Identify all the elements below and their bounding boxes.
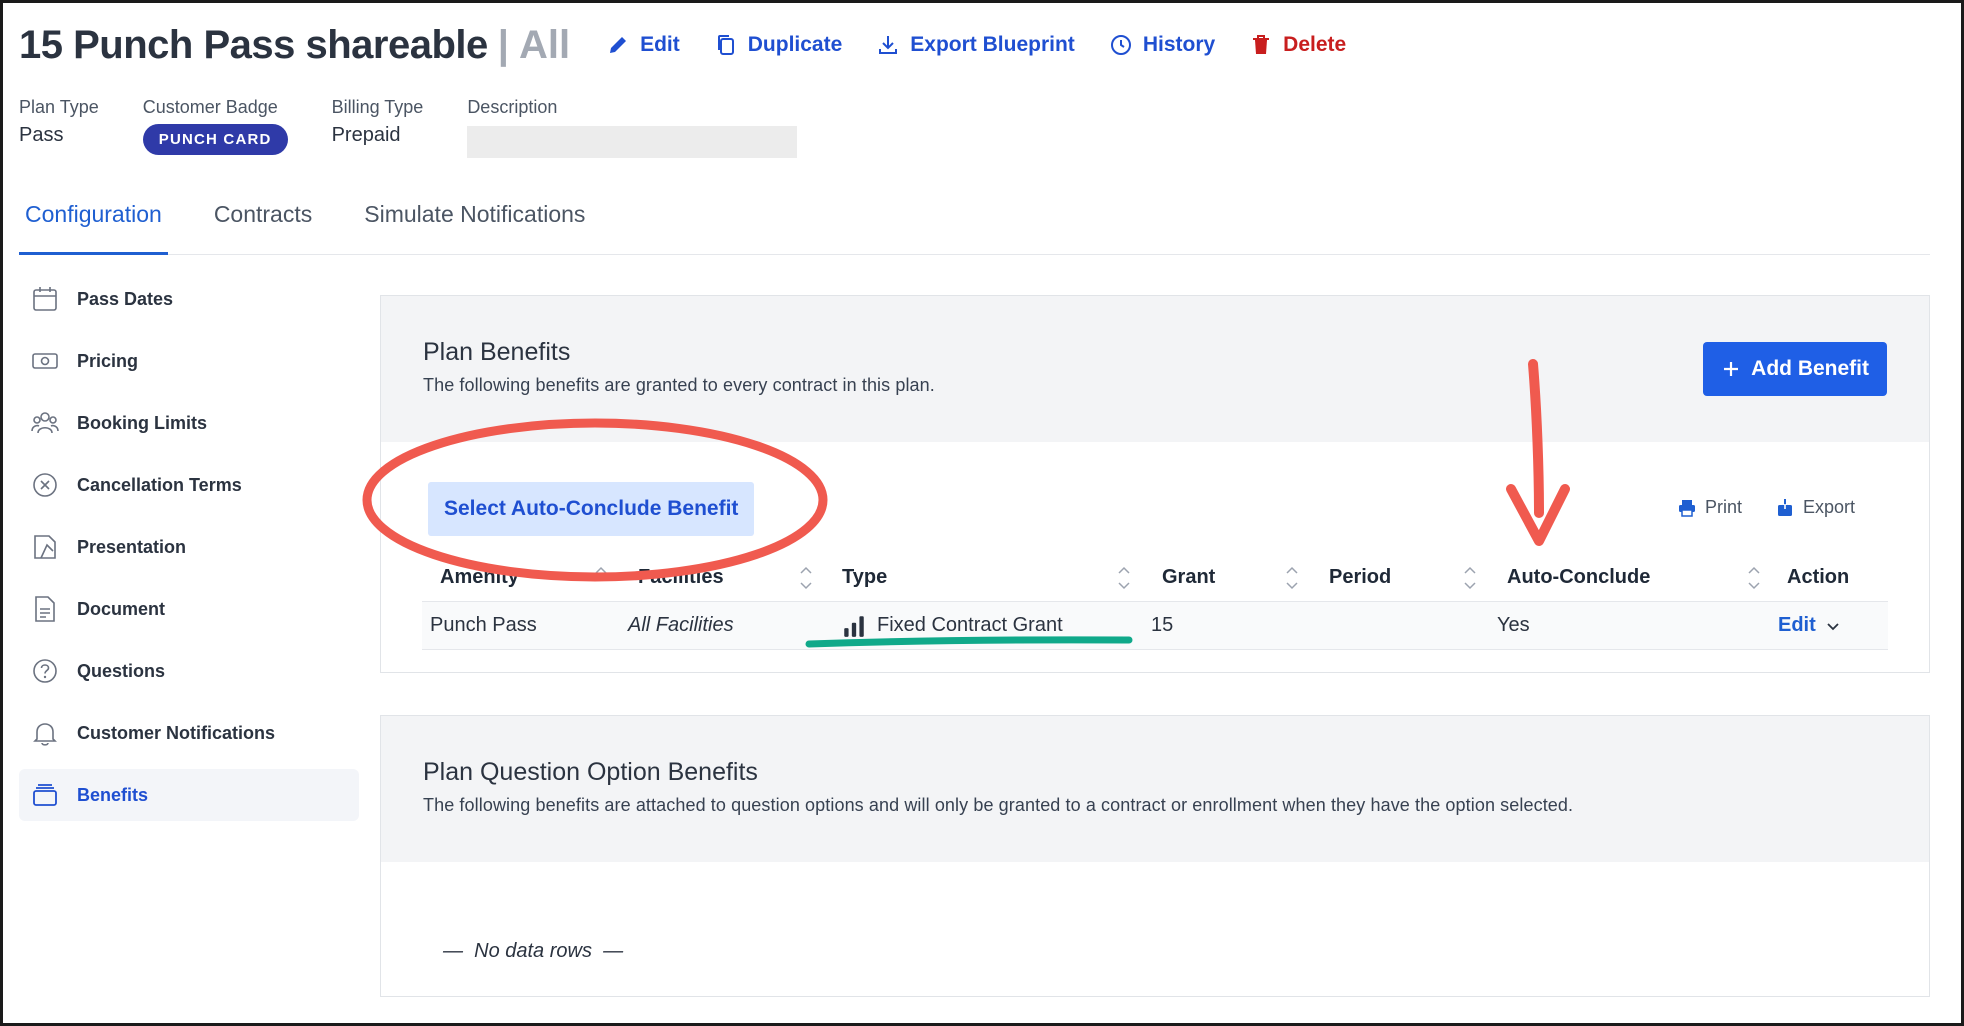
cancel-circle-icon xyxy=(33,473,57,497)
column-auto-conclude[interactable]: Auto-Conclude xyxy=(1491,554,1775,601)
cell-action: Edit xyxy=(1775,602,1888,649)
page-header: 15 Punch Pass shareable | All Edit Dupli… xyxy=(19,17,1346,73)
benefits-table: Amenity Facilities Type Grant Period Aut… xyxy=(422,554,1888,650)
title-separator: | xyxy=(497,22,509,67)
document-icon xyxy=(35,596,55,622)
title-scope: All xyxy=(518,22,571,67)
sort-icon xyxy=(1118,566,1130,590)
plus-icon xyxy=(1724,362,1739,376)
no-data-message: — No data rows — xyxy=(443,940,624,962)
sidebar-item-presentation[interactable]: Presentation xyxy=(19,521,359,573)
cell-facilities: All Facilities xyxy=(628,614,734,636)
tab-bar: Configuration Contracts Simulate Notific… xyxy=(19,189,1930,255)
row-edit-button[interactable]: Edit xyxy=(1778,614,1840,637)
plan-type-value: Pass xyxy=(19,124,64,146)
header-actions: Edit Duplicate Export Blueprint History … xyxy=(606,33,1346,57)
column-period[interactable]: Period xyxy=(1313,554,1491,601)
column-type[interactable]: Type xyxy=(827,554,1145,601)
history-button[interactable]: History xyxy=(1109,33,1215,57)
sidebar-item-pricing[interactable]: Pricing xyxy=(19,335,359,387)
sort-icon xyxy=(800,566,812,590)
presentation-icon xyxy=(34,535,56,559)
duplicate-button[interactable]: Duplicate xyxy=(714,33,842,57)
plan-benefits-panel: Plan Benefits The following benefits are… xyxy=(380,295,1930,673)
cell-type: Fixed Contract Grant xyxy=(827,602,1145,649)
description-value-redacted xyxy=(467,126,798,158)
grid-toolbar: Select Auto-Conclude Benefit Print Expor… xyxy=(381,482,1929,556)
status-badge: PUNCH CARD xyxy=(142,124,288,155)
plan-meta: Plan Type Pass Customer Badge PUNCH CARD… xyxy=(19,97,798,158)
question-benefits-panel: Plan Question Option Benefits The follow… xyxy=(380,715,1930,997)
column-amenity[interactable]: Amenity xyxy=(422,554,622,601)
question-benefits-subtitle: The following benefits are attached to q… xyxy=(423,795,1574,815)
description: Description xyxy=(467,97,798,158)
column-action: Action xyxy=(1787,566,1850,588)
users-icon xyxy=(31,412,59,434)
export-icon xyxy=(1778,498,1792,516)
sidebar-item-pass-dates[interactable]: Pass Dates xyxy=(19,273,359,325)
billing-type-label: Billing Type xyxy=(331,97,424,117)
table-header: Amenity Facilities Type Grant Period Aut… xyxy=(422,554,1888,602)
sidebar-item-document[interactable]: Document xyxy=(19,583,359,635)
plan-type-label: Plan Type xyxy=(19,97,99,117)
export-blueprint-button[interactable]: Export Blueprint xyxy=(876,33,1075,57)
delete-button[interactable]: Delete xyxy=(1249,33,1346,57)
description-label: Description xyxy=(467,97,558,117)
tab-configuration[interactable]: Configuration xyxy=(19,189,168,255)
app-window: 15 Punch Pass shareable | All Edit Dupli… xyxy=(0,0,1964,1026)
customer-badge: Customer Badge PUNCH CARD xyxy=(142,97,288,158)
sort-icon xyxy=(595,566,607,574)
billing-type: Billing Type Prepaid xyxy=(332,97,424,158)
copy-icon xyxy=(717,35,734,55)
table-row[interactable]: Punch Pass All Facilities Fixed Contract… xyxy=(422,602,1888,650)
sidebar-item-questions[interactable]: Questions xyxy=(19,645,359,697)
question-benefits-header: Plan Question Option Benefits The follow… xyxy=(381,716,1929,862)
sidebar-item-customer-notifications[interactable]: Customer Notifications xyxy=(19,707,359,759)
plan-benefits-subtitle: The following benefits are granted to ev… xyxy=(423,375,935,395)
billing-type-value: Prepaid xyxy=(331,124,401,146)
cell-period xyxy=(1313,602,1491,649)
add-benefit-button[interactable]: Add Benefit xyxy=(1703,342,1887,396)
plan-benefits-header: Plan Benefits The following benefits are… xyxy=(381,296,1929,442)
select-auto-conclude-button[interactable]: Select Auto-Conclude Benefit xyxy=(428,482,755,536)
bar-chart-icon xyxy=(844,615,864,637)
export-button[interactable]: Export xyxy=(1775,497,1855,518)
cell-auto-conclude: Yes xyxy=(1497,614,1530,636)
page-title: 15 Punch Pass shareable xyxy=(19,22,488,67)
calendar-icon xyxy=(33,287,57,311)
cell-amenity: Punch Pass xyxy=(430,614,537,636)
printer-icon xyxy=(1679,499,1695,517)
benefits-icon xyxy=(33,784,57,806)
sort-icon xyxy=(1286,566,1298,590)
print-button[interactable]: Print xyxy=(1677,497,1742,518)
question-benefits-title: Plan Question Option Benefits xyxy=(423,758,758,786)
sidebar-item-benefits[interactable]: Benefits xyxy=(19,769,359,821)
plan-benefits-title: Plan Benefits xyxy=(423,338,571,366)
trash-icon xyxy=(1253,35,1270,54)
cell-grant: 15 xyxy=(1151,614,1174,636)
sidebar-item-cancellation-terms[interactable]: Cancellation Terms xyxy=(19,459,359,511)
history-icon xyxy=(1110,35,1131,55)
column-grant[interactable]: Grant xyxy=(1145,554,1313,601)
plan-type: Plan Type Pass xyxy=(19,97,99,158)
bell-icon xyxy=(33,723,57,746)
question-icon xyxy=(33,659,57,683)
pencil-icon xyxy=(610,37,627,53)
sort-icon xyxy=(1464,566,1476,590)
sidebar-item-booking-limits[interactable]: Booking Limits xyxy=(19,397,359,449)
column-facilities[interactable]: Facilities xyxy=(622,554,827,601)
sidebar: Pass Dates Pricing Booking Limits Cancel… xyxy=(19,273,359,831)
download-icon xyxy=(879,36,898,54)
tab-simulate-notifications[interactable]: Simulate Notifications xyxy=(358,189,591,255)
money-icon xyxy=(32,353,58,369)
tab-contracts[interactable]: Contracts xyxy=(208,189,318,255)
sort-icon xyxy=(1748,566,1760,590)
customer-badge-label: Customer Badge xyxy=(142,97,278,117)
edit-button[interactable]: Edit xyxy=(606,33,680,57)
chevron-down-icon xyxy=(1827,622,1839,630)
